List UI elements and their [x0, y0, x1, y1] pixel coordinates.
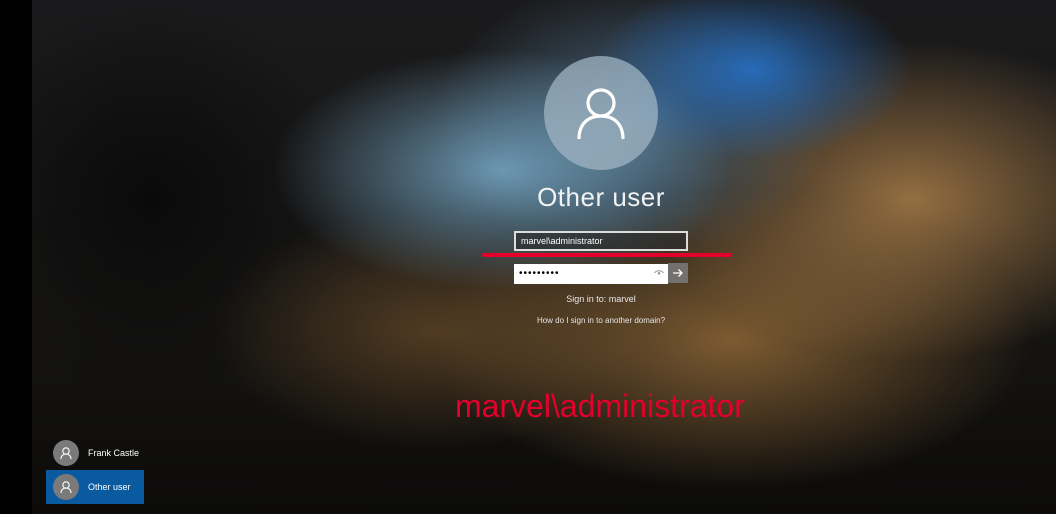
annotation-text: marvel\administrator — [455, 388, 745, 424]
sign-in-domain-text: Sign in to: marvel — [566, 294, 636, 304]
password-input[interactable] — [514, 263, 668, 284]
password-field-wrap — [514, 263, 668, 284]
left-black-bar — [0, 0, 32, 514]
username-input[interactable] — [514, 231, 688, 251]
password-row — [514, 263, 688, 284]
account-title: Other user — [537, 182, 665, 212]
user-switcher-list: Frank Castle Other user — [46, 436, 144, 504]
eye-icon[interactable] — [654, 268, 664, 278]
user-item-label: Other user — [88, 482, 131, 492]
other-domain-help-link[interactable]: How do I sign in to another domain? — [481, 316, 721, 325]
user-silhouette-icon — [577, 88, 625, 140]
user-silhouette-icon — [53, 474, 79, 500]
arrow-right-icon — [673, 269, 683, 277]
user-item-frank-castle[interactable]: Frank Castle — [46, 436, 144, 470]
red-highlight-underline — [482, 253, 732, 257]
user-item-other-user[interactable]: Other user — [46, 470, 144, 504]
user-avatar-icon — [544, 56, 658, 170]
user-silhouette-icon — [53, 440, 79, 466]
lock-screen: Other user Sign in to: marvel How do I s… — [32, 0, 1056, 514]
submit-button[interactable] — [668, 263, 688, 283]
user-item-label: Frank Castle — [88, 448, 140, 458]
